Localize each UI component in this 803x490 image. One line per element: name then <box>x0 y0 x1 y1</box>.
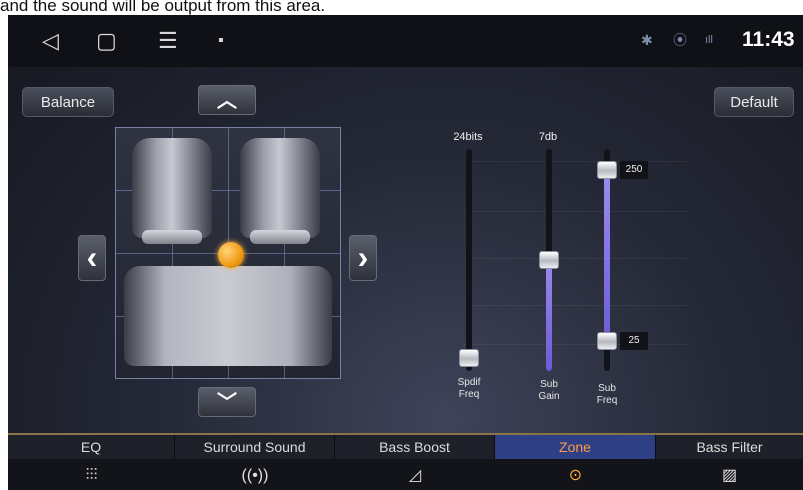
sub-freq-label: Sub Freq <box>596 383 618 406</box>
chevron-down-icon: ﹀ <box>217 392 237 414</box>
sub-gain-value-label: 7db <box>538 131 558 143</box>
sub-freq-high-knob[interactable] <box>597 161 617 179</box>
tab-bass-filter-label: Bass Filter <box>656 435 803 459</box>
surround-icon: ((•)) <box>241 467 269 484</box>
sub-freq-low-knob[interactable] <box>597 332 617 350</box>
bottom-tab-bar: EQ ⫶⫶⫶ Surround Sound ((•)) Bass Boost ◿… <box>8 433 803 490</box>
spdif-value-label: 24bits <box>453 131 483 143</box>
zone-icon: ⊙ <box>568 467 583 484</box>
bluetooth-icon: ✱ <box>641 32 653 48</box>
down-arrow-button[interactable]: ﹀ <box>198 387 256 417</box>
location-icon: ⦿ <box>673 32 687 48</box>
sound-position-dot[interactable] <box>218 242 244 268</box>
tab-eq-label: EQ <box>8 435 175 459</box>
up-arrow-button[interactable]: ︿ <box>198 85 256 115</box>
home-icon[interactable]: ▢ <box>96 27 117 55</box>
back-icon[interactable]: ◁ <box>42 27 59 55</box>
chevron-left-icon: ‹ <box>86 239 98 275</box>
left-arrow-button[interactable]: ‹ <box>78 235 106 281</box>
tab-surround-sound[interactable]: Surround Sound ((•)) <box>175 435 335 490</box>
sub-gain-knob[interactable] <box>539 251 559 269</box>
equalizer-icon: ⫶⫶⫶ <box>85 467 98 484</box>
tab-bass-boost-label: Bass Boost <box>335 435 495 459</box>
status-bar: ◁ ▢ ☰ ▪ ✱ ⦿ ıll 11:43 <box>8 15 803 67</box>
rear-bench-seat <box>124 266 332 366</box>
notification-icon: ▪ <box>218 32 224 49</box>
spdif-freq-label: Spdif Freq <box>457 377 481 400</box>
default-button[interactable]: Default <box>714 87 794 117</box>
spdif-freq-track[interactable] <box>466 149 472 371</box>
tab-surround-label: Surround Sound <box>175 435 335 459</box>
spdif-freq-knob[interactable] <box>459 349 479 367</box>
sub-freq-low-value: 25 <box>620 332 648 350</box>
signal-icon: ıll <box>705 34 713 46</box>
head-unit-screen: ◁ ▢ ☰ ▪ ✱ ⦿ ıll 11:43 Balance Default ︿ … <box>8 15 803 490</box>
tab-bass-filter[interactable]: Bass Filter ▨ <box>656 435 803 490</box>
tab-zone-label: Zone <box>495 435 656 459</box>
bass-boost-icon: ◿ <box>408 467 422 484</box>
chevron-right-icon: › <box>357 239 369 275</box>
tab-bass-boost[interactable]: Bass Boost ◿ <box>335 435 495 490</box>
balance-button[interactable]: Balance <box>22 87 114 117</box>
tab-eq[interactable]: EQ ⫶⫶⫶ <box>8 435 175 490</box>
front-right-seat <box>240 138 320 244</box>
front-left-seat <box>132 138 212 244</box>
tab-zone[interactable]: Zone ⊙ <box>495 435 656 490</box>
right-arrow-button[interactable]: › <box>349 235 377 281</box>
menu-icon[interactable]: ☰ <box>158 27 178 55</box>
clock-time: 11:43 <box>742 28 795 51</box>
sub-gain-label: Sub Gain <box>538 379 560 402</box>
bass-filter-icon: ▨ <box>721 467 738 484</box>
sub-freq-high-value: 250 <box>620 161 648 179</box>
chevron-up-icon: ︿ <box>217 90 237 112</box>
